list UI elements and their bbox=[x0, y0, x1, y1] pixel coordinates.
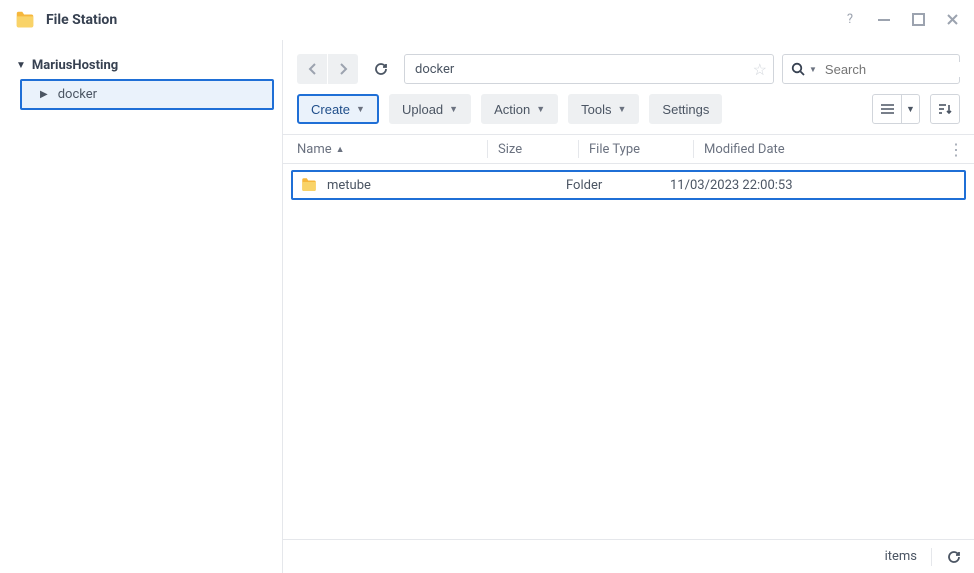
main-panel: docker ☆ ▼ Create ▼ Upload ▼ Action bbox=[283, 40, 974, 573]
window-controls: ? bbox=[842, 12, 960, 28]
upload-label: Upload bbox=[402, 102, 443, 117]
chevron-down-icon: ▼ bbox=[536, 104, 545, 114]
tree-root-label: MariusHosting bbox=[32, 58, 118, 73]
row-type: Folder bbox=[566, 178, 670, 193]
caret-down-icon: ▼ bbox=[16, 60, 26, 71]
tree-item-label: docker bbox=[58, 87, 97, 102]
tools-label: Tools bbox=[581, 102, 611, 117]
search-box[interactable]: ▼ bbox=[782, 54, 960, 84]
nav-forward-button[interactable] bbox=[328, 54, 358, 84]
action-label: Action bbox=[494, 102, 530, 117]
column-options-icon[interactable]: ⋮ bbox=[948, 140, 964, 159]
tree-root[interactable]: ▼ MariusHosting bbox=[8, 54, 274, 79]
chevron-down-icon: ▼ bbox=[618, 104, 627, 114]
window-title: File Station bbox=[46, 12, 842, 28]
column-type[interactable]: File Type bbox=[589, 142, 693, 157]
search-input[interactable] bbox=[825, 62, 974, 77]
column-name[interactable]: Name ▲ bbox=[297, 142, 487, 157]
path-input[interactable]: docker ☆ bbox=[404, 54, 774, 84]
status-items-label: items bbox=[885, 549, 917, 564]
favorite-star-icon[interactable]: ☆ bbox=[753, 60, 767, 79]
toolbar-navigation: docker ☆ ▼ bbox=[283, 40, 974, 90]
status-bar: items bbox=[283, 539, 974, 573]
column-name-label: Name bbox=[297, 142, 332, 157]
column-size[interactable]: Size bbox=[498, 142, 578, 157]
titlebar: File Station ? bbox=[0, 0, 974, 40]
path-text: docker bbox=[415, 62, 753, 77]
folder-icon bbox=[299, 175, 319, 195]
list-view-icon[interactable] bbox=[873, 95, 901, 123]
status-refresh-icon[interactable] bbox=[946, 549, 962, 565]
caret-right-icon: ▶ bbox=[40, 89, 48, 100]
action-button[interactable]: Action ▼ bbox=[481, 94, 558, 124]
minimize-icon[interactable] bbox=[876, 12, 892, 28]
nav-buttons bbox=[297, 54, 358, 84]
sidebar: ▼ MariusHosting ▶ docker bbox=[0, 40, 283, 573]
upload-button[interactable]: Upload ▼ bbox=[389, 94, 471, 124]
tree-item-docker[interactable]: ▶ docker bbox=[20, 79, 274, 110]
create-button[interactable]: Create ▼ bbox=[297, 94, 379, 124]
nav-back-button[interactable] bbox=[297, 54, 327, 84]
table-header: Name ▲ Size File Type Modified Date ⋮ bbox=[283, 134, 974, 164]
view-mode-dropdown-icon[interactable]: ▼ bbox=[901, 95, 919, 123]
create-label: Create bbox=[311, 102, 350, 117]
search-icon bbox=[791, 62, 805, 76]
refresh-button[interactable] bbox=[366, 54, 396, 84]
toolbar-actions: Create ▼ Upload ▼ Action ▼ Tools ▼ Setti… bbox=[283, 90, 974, 134]
app-folder-icon bbox=[14, 9, 36, 31]
chevron-down-icon: ▼ bbox=[449, 104, 458, 114]
search-dropdown-icon[interactable]: ▼ bbox=[809, 65, 817, 74]
sort-asc-icon: ▲ bbox=[336, 144, 345, 155]
tools-button[interactable]: Tools ▼ bbox=[568, 94, 639, 124]
sort-button[interactable] bbox=[930, 94, 960, 124]
close-icon[interactable] bbox=[944, 12, 960, 28]
chevron-down-icon: ▼ bbox=[356, 104, 365, 114]
view-mode-toggle: ▼ bbox=[872, 94, 920, 124]
column-modified[interactable]: Modified Date bbox=[704, 142, 960, 157]
maximize-icon[interactable] bbox=[910, 12, 926, 28]
settings-button[interactable]: Settings bbox=[649, 94, 722, 124]
help-icon[interactable]: ? bbox=[842, 12, 858, 28]
row-modified: 11/03/2023 22:00:53 bbox=[670, 178, 958, 193]
row-name: metube bbox=[327, 178, 371, 193]
table-row[interactable]: metube Folder 11/03/2023 22:00:53 bbox=[291, 170, 966, 200]
settings-label: Settings bbox=[662, 102, 709, 117]
